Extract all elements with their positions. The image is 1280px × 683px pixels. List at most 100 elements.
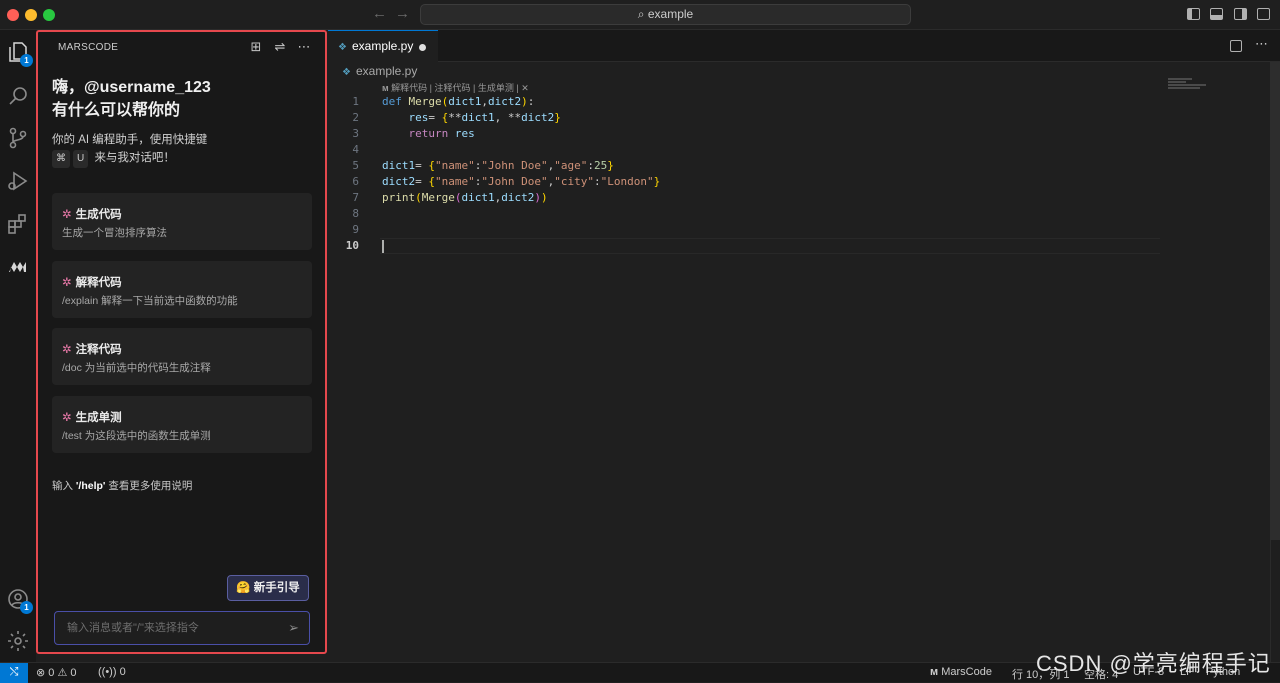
sparkle-icon: ✲	[62, 344, 72, 356]
run-debug-icon[interactable]	[6, 169, 30, 193]
extensions-icon[interactable]	[6, 212, 30, 236]
search-icon: ⌕	[637, 7, 648, 21]
maximize-window-button[interactable]	[43, 9, 55, 21]
code-editor[interactable]: 1 def Merge(dict1,dict2): 2 res= {**dict1…	[328, 94, 1168, 254]
toggle-secondary-sidebar-icon[interactable]	[1234, 8, 1247, 20]
breadcrumb-file: example.py	[355, 64, 418, 78]
code-line: dict2= {"name":"John Doe","city":"London…	[382, 175, 661, 188]
card-title: 生成代码	[75, 209, 122, 221]
greeting-line-1: 嗨，@username_123	[52, 79, 211, 96]
line-number: 8	[352, 207, 359, 220]
intro-line-2: 来与我对话吧！	[94, 152, 175, 164]
title-bar: ← → ⌕ example	[0, 0, 1280, 30]
minimize-window-button[interactable]	[25, 9, 37, 21]
more-actions-icon[interactable]: ⋯	[1255, 36, 1268, 52]
suggestion-card-doc[interactable]: ✲ 注释代码 /doc 为当前选中的代码生成注释	[52, 328, 312, 385]
breadcrumb[interactable]: ❖ example.py	[342, 64, 417, 78]
marscode-small-icon: ᴍ	[930, 666, 942, 678]
command-center-search[interactable]: ⌕ example	[420, 4, 911, 25]
marscode-icon[interactable]	[6, 254, 30, 278]
editor-tab-bar: ❖ example.py ⋯	[328, 30, 1280, 62]
card-title: 生成单测	[75, 412, 122, 424]
explorer-icon[interactable]: 1	[6, 40, 33, 67]
chat-input-box[interactable]: ➢	[54, 611, 310, 645]
chat-input[interactable]	[67, 620, 267, 636]
settings-gear-icon[interactable]	[6, 629, 30, 653]
card-desc: /doc 为当前选中的代码生成注释	[62, 362, 211, 374]
shortcut-key-cmd: ⌘	[52, 150, 70, 168]
line-number: 7	[352, 191, 359, 204]
code-line: dict1= {"name":"John Doe","age":25}	[382, 159, 614, 172]
remote-indicator-icon[interactable]: ⤭	[0, 663, 28, 683]
help-command: '/help'	[75, 480, 106, 492]
suggestion-card-generate[interactable]: ✲ 生成代码 生成一个冒泡排序算法	[52, 193, 312, 250]
marscode-status-label: MarsCode	[941, 666, 992, 678]
beginner-guide-button[interactable]: 🤗 新手引导	[227, 575, 309, 601]
panel-actions: ⊞ ⇌ ⋯	[249, 39, 311, 55]
shortcut-key-u: U	[73, 150, 89, 168]
line-number: 4	[352, 143, 359, 156]
customize-layout-icon[interactable]	[1257, 8, 1270, 20]
card-desc: 生成一个冒泡排序算法	[62, 227, 167, 239]
suggestion-card-explain[interactable]: ✲ 解释代码 /explain 解释一下当前选中函数的功能	[52, 261, 312, 318]
explorer-badge: 1	[20, 54, 33, 67]
toggle-sidebar-icon[interactable]	[1187, 8, 1200, 20]
code-line: res= {**dict1, **dict2}	[408, 111, 561, 124]
toggle-panel-icon[interactable]	[1210, 8, 1223, 20]
help-suffix: 查看更多使用说明	[108, 480, 193, 492]
line-number: 3	[352, 127, 359, 140]
codelens-text[interactable]: 解释代码 | 注释代码 | 生成单测 | ✕	[391, 83, 529, 93]
help-hint: 输入 '/help' 查看更多使用说明	[52, 478, 192, 493]
card-title: 注释代码	[75, 344, 122, 356]
line-number: 5	[352, 159, 359, 172]
search-text: example	[647, 7, 694, 21]
panel-title: MARSCODE	[58, 42, 119, 53]
greeting-line-2: 有什么可以帮你的	[52, 102, 181, 119]
intro-line-1: 你的 AI 编程助手，使用快捷键	[52, 134, 208, 146]
sparkle-icon: ✲	[62, 209, 72, 221]
back-arrow-icon[interactable]: ←	[372, 5, 387, 22]
code-line: return res	[408, 127, 475, 140]
intro-text: 你的 AI 编程助手，使用快捷键 ⌘ U 来与我对话吧！	[52, 131, 207, 168]
close-window-button[interactable]	[7, 9, 19, 21]
watermark: CSDN @学亮编程手记	[1036, 651, 1271, 676]
activity-bar: 1 1	[0, 30, 36, 662]
card-desc: /test 为这段选中的函数生成单测	[62, 430, 211, 442]
search-icon[interactable]	[6, 84, 30, 108]
python-file-icon: ❖	[338, 42, 347, 53]
source-control-icon[interactable]	[6, 126, 30, 150]
accounts-icon[interactable]: 1	[6, 587, 33, 614]
card-title: 解释代码	[75, 277, 122, 289]
card-desc: /explain 解释一下当前选中函数的功能	[62, 295, 238, 307]
forward-arrow-icon[interactable]: →	[395, 5, 410, 22]
accounts-badge: 1	[20, 601, 33, 614]
code-line: def Merge(dict1,dict2):	[382, 95, 535, 108]
line-number: 2	[352, 111, 359, 124]
line-number: 9	[352, 223, 359, 236]
code-line: print(Merge(dict1,dict2))	[382, 191, 548, 204]
line-number: 1	[352, 95, 359, 108]
scrollbar-thumb[interactable]	[1270, 62, 1280, 540]
marscode-small-icon: ᴍ	[382, 83, 392, 93]
ports-count: 0	[119, 666, 126, 678]
problems-indicator[interactable]: ⊗ 0 ⚠ 0	[36, 666, 76, 679]
settings-sliders-icon[interactable]: ⇌	[273, 39, 287, 55]
broadcast-icon: ((•))	[98, 666, 120, 678]
tab-example-py[interactable]: ❖ example.py	[328, 30, 438, 62]
greeting: 嗨，@username_123 有什么可以帮你的	[52, 76, 211, 122]
python-file-icon: ❖	[342, 67, 351, 78]
more-actions-icon[interactable]: ⋯	[297, 39, 311, 55]
marscode-status[interactable]: ᴍ MarsCode	[930, 666, 992, 678]
split-editor-icon[interactable]	[1230, 40, 1242, 52]
suggestion-card-test[interactable]: ✲ 生成单测 /test 为这段选中的函数生成单测	[52, 396, 312, 453]
minimap[interactable]	[1168, 78, 1210, 96]
tab-label: example.py	[351, 39, 414, 53]
new-chat-icon[interactable]: ⊞	[249, 39, 263, 55]
ports-indicator[interactable]: ((•)) 0	[98, 666, 126, 678]
unsaved-dot-icon[interactable]	[419, 44, 426, 51]
send-icon[interactable]: ➢	[288, 620, 299, 636]
line-number: 6	[352, 175, 359, 188]
help-prefix: 输入	[52, 480, 73, 492]
codelens-actions[interactable]: ᴍ 解释代码 | 注释代码 | 生成单测 | ✕	[382, 81, 529, 94]
line-number-active: 10	[345, 239, 359, 252]
